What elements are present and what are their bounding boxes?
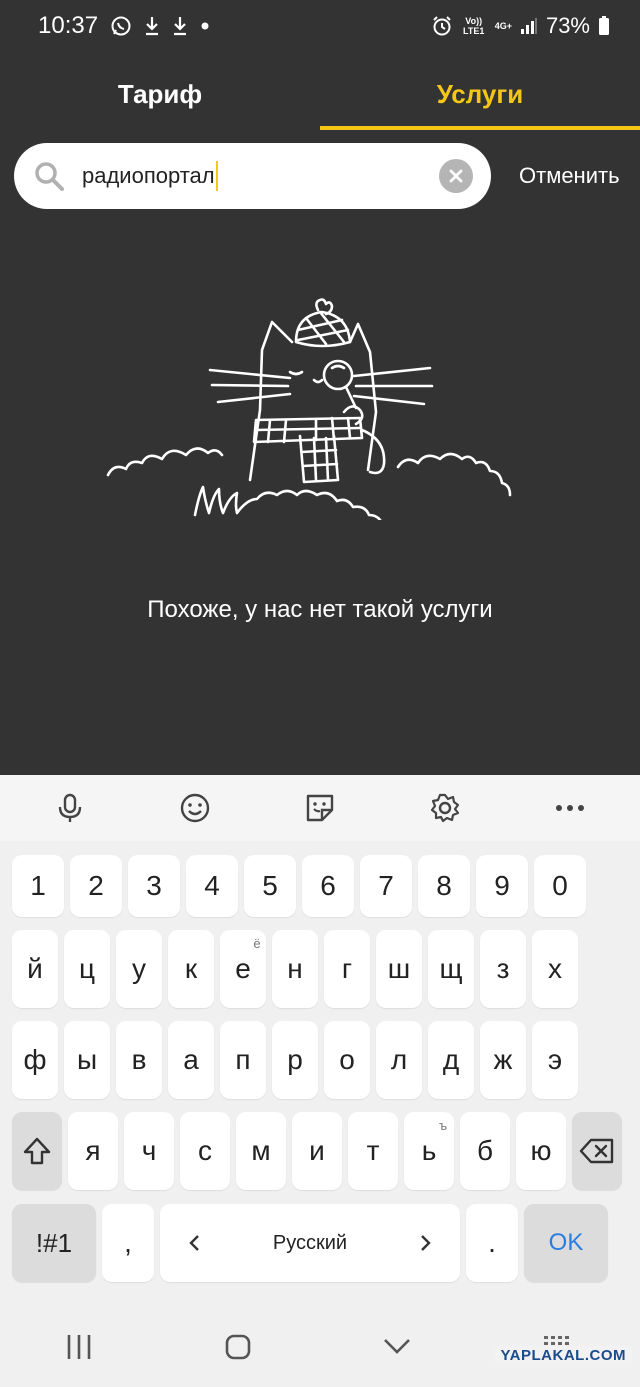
key-letter[interactable]: п — [220, 1021, 266, 1099]
key-0[interactable]: 0 — [534, 855, 586, 917]
network-gen-indicator: 4G+ — [494, 21, 512, 31]
key-letter[interactable]: р — [272, 1021, 318, 1099]
key-letter[interactable]: и — [292, 1112, 342, 1190]
cancel-button[interactable]: Отменить — [519, 163, 620, 189]
key-letter[interactable]: д — [428, 1021, 474, 1099]
search-input[interactable]: радиопортал — [82, 163, 215, 189]
key-letter[interactable]: щ — [428, 930, 474, 1008]
key-2[interactable]: 2 — [70, 855, 122, 917]
whatsapp-icon — [110, 15, 132, 37]
signal-icon — [520, 17, 538, 35]
recent-apps-button[interactable] — [65, 1333, 93, 1361]
emoji-icon[interactable] — [165, 783, 225, 833]
search-box[interactable]: радиопортал — [14, 143, 491, 209]
key-6[interactable]: 6 — [302, 855, 354, 917]
key-letter[interactable]: т — [348, 1112, 398, 1190]
backspace-key[interactable] — [572, 1112, 622, 1190]
key-letter[interactable]: г — [324, 930, 370, 1008]
key-letter[interactable]: ц — [64, 930, 110, 1008]
key-letter[interactable]: й — [12, 930, 58, 1008]
key-letter[interactable]: о — [324, 1021, 370, 1099]
key-letter[interactable]: с — [180, 1112, 230, 1190]
symbols-key[interactable]: !#1 — [12, 1204, 96, 1282]
home-icon — [225, 1334, 251, 1360]
detective-cat-illustration — [100, 290, 540, 535]
key-3[interactable]: 3 — [128, 855, 180, 917]
chevron-down-icon — [384, 1339, 411, 1354]
key-letter[interactable]: э — [532, 1021, 578, 1099]
status-bar: 10:37 Vo)) LTE1 4G+ 73% — [0, 0, 640, 52]
key-letter[interactable]: ёе — [220, 930, 266, 1008]
home-button[interactable] — [224, 1333, 252, 1361]
key-letter[interactable]: ч — [124, 1112, 174, 1190]
chevron-right-icon — [421, 1235, 431, 1251]
key-8[interactable]: 8 — [418, 855, 470, 917]
key-letter[interactable]: ж — [480, 1021, 526, 1099]
tab-tariff[interactable]: Тариф — [0, 58, 320, 130]
shift-key[interactable] — [12, 1112, 62, 1190]
shift-arrow-icon — [23, 1137, 51, 1165]
key-letter[interactable]: ш — [376, 930, 422, 1008]
key-letter[interactable]: х — [532, 930, 578, 1008]
key-9[interactable]: 9 — [476, 855, 528, 917]
search-row: радиопортал Отменить — [14, 143, 634, 209]
keyboard-bottom-row: !#1 , Русский . OK — [0, 1204, 640, 1282]
download-icon — [144, 16, 160, 36]
more-options-icon[interactable] — [540, 783, 600, 833]
key-letter[interactable]: н — [272, 930, 318, 1008]
microphone-icon[interactable] — [40, 783, 100, 833]
tab-bar: Тариф Услуги — [0, 58, 640, 130]
clear-search-button[interactable] — [439, 159, 473, 193]
notification-dot-icon — [200, 21, 210, 31]
settings-gear-icon[interactable] — [415, 783, 475, 833]
close-icon — [449, 169, 463, 183]
sticker-icon[interactable] — [290, 783, 350, 833]
recent-apps-icon — [67, 1335, 91, 1359]
key-7[interactable]: 7 — [360, 855, 412, 917]
watermark: YAPLAKAL.COM — [494, 1346, 632, 1365]
key-letter[interactable]: л — [376, 1021, 422, 1099]
key-5[interactable]: 5 — [244, 855, 296, 917]
key-letter[interactable]: ф — [12, 1021, 58, 1099]
keyboard-number-row: 1 2 3 4 5 6 7 8 9 0 — [0, 855, 640, 917]
key-letter[interactable]: а — [168, 1021, 214, 1099]
status-time: 10:37 — [38, 12, 99, 39]
keyboard-row-2: ф ы в а п р о л д ж э — [0, 1021, 640, 1099]
keyboard: 1 2 3 4 5 6 7 8 9 0 й ц у к ёе н г ш щ з… — [0, 775, 640, 1387]
text-caret — [215, 161, 218, 191]
key-4[interactable]: 4 — [186, 855, 238, 917]
battery-icon — [598, 16, 610, 36]
keyboard-row-3: я ч с м и т ъь б ю — [0, 1112, 640, 1190]
battery-percent: 73% — [545, 13, 590, 38]
key-letter[interactable]: в — [116, 1021, 162, 1099]
alarm-icon — [431, 15, 453, 37]
keyboard-row-1: й ц у к ёе н г ш щ з х — [0, 930, 640, 1008]
key-letter[interactable]: у — [116, 930, 162, 1008]
key-letter[interactable]: б — [460, 1112, 510, 1190]
space-key[interactable]: Русский — [160, 1204, 460, 1282]
keyboard-toolbar — [0, 775, 640, 841]
back-button[interactable] — [382, 1337, 412, 1357]
key-letter[interactable]: м — [236, 1112, 286, 1190]
key-letter[interactable]: ы — [64, 1021, 110, 1099]
key-letter[interactable]: ю — [516, 1112, 566, 1190]
key-1[interactable]: 1 — [12, 855, 64, 917]
ok-key[interactable]: OK — [524, 1204, 608, 1282]
download-icon — [172, 16, 188, 36]
volte-indicator: Vo)) LTE1 — [463, 16, 485, 36]
key-letter[interactable]: к — [168, 930, 214, 1008]
tab-services[interactable]: Услуги — [320, 58, 640, 130]
space-language-label: Русский — [272, 1231, 348, 1254]
key-char: е — [235, 953, 251, 984]
comma-key[interactable]: , — [102, 1204, 154, 1282]
backspace-icon — [579, 1138, 614, 1164]
search-icon — [32, 159, 66, 193]
key-letter[interactable]: з — [480, 930, 526, 1008]
key-letter[interactable]: ъь — [404, 1112, 454, 1190]
key-letter[interactable]: я — [68, 1112, 118, 1190]
chevron-left-icon — [189, 1235, 199, 1251]
key-char: ь — [421, 1135, 437, 1166]
empty-state-message: Похоже, у нас нет такой услуги — [147, 596, 493, 623]
period-key[interactable]: . — [466, 1204, 518, 1282]
